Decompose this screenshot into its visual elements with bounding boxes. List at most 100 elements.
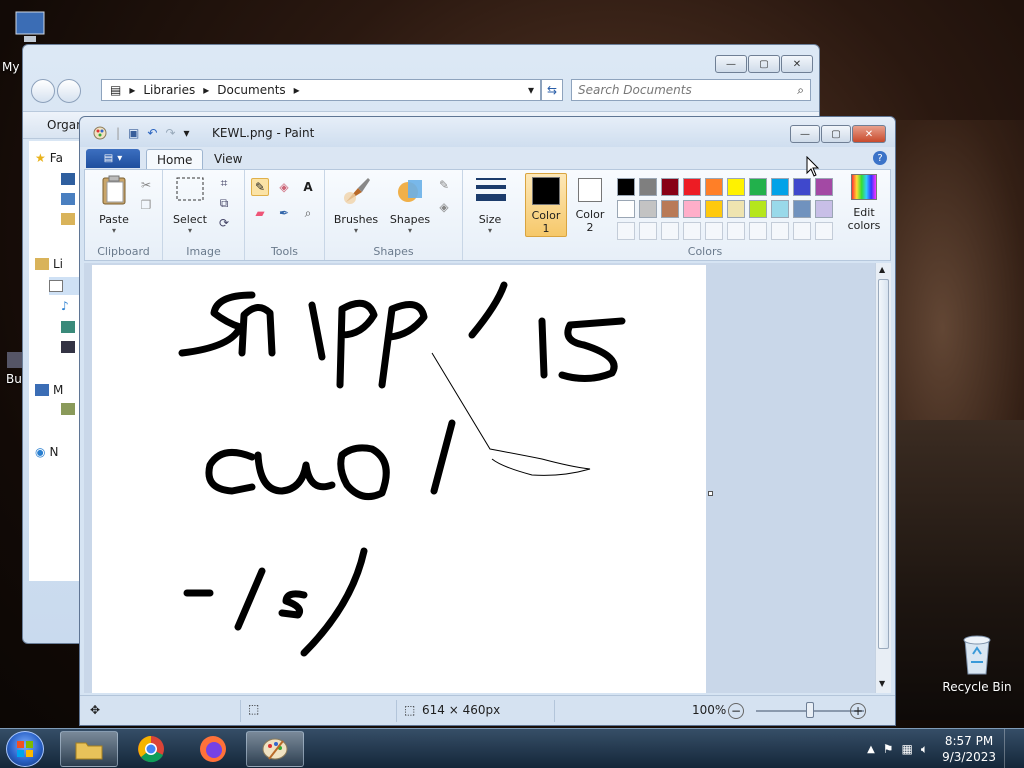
color2-button[interactable]: Color 2 (569, 173, 611, 237)
tab-view[interactable]: View (204, 149, 252, 169)
rotate-icon[interactable]: ⟳ (215, 214, 233, 232)
paint-window[interactable]: | ▣ ↶ ↷ ▾ KEWL.png - Paint — ▢ ✕ ▤ ▾ Home… (79, 116, 896, 726)
select-button[interactable]: Select ▾ (167, 174, 213, 235)
color1-button[interactable]: Color 1 (525, 173, 567, 237)
nav-item[interactable] (61, 193, 75, 205)
color-swatch[interactable] (727, 178, 745, 196)
edit-colors-button[interactable]: Edit colors (841, 174, 887, 232)
forward-button[interactable] (57, 79, 81, 103)
start-button[interactable] (6, 731, 44, 767)
breadcrumb-libraries[interactable]: Libraries (143, 83, 195, 97)
breadcrumb-documents[interactable]: Documents (217, 83, 285, 97)
color-swatch[interactable] (771, 200, 789, 218)
volume-icon[interactable]: 🔈︎ (921, 742, 928, 757)
color-swatch[interactable] (639, 178, 657, 196)
customize-qat-icon[interactable]: ▾ (184, 126, 190, 140)
save-icon[interactable]: ▣ (128, 126, 139, 140)
empty-color-swatch[interactable] (639, 222, 657, 240)
zoom-slider-thumb[interactable] (806, 702, 814, 718)
taskbar-explorer-button[interactable] (60, 731, 118, 767)
nav-item-libraries[interactable]: Li (35, 257, 63, 271)
undo-icon[interactable]: ↶ (147, 126, 157, 140)
show-desktop-button[interactable] (1004, 729, 1016, 768)
empty-color-swatch[interactable] (705, 222, 723, 240)
zoom-out-button[interactable]: − (728, 703, 744, 719)
resize-icon[interactable]: ⧉ (215, 194, 233, 212)
nav-item[interactable] (61, 173, 75, 185)
nav-item-favorites[interactable]: ★ Fa (35, 151, 63, 165)
empty-color-swatch[interactable] (683, 222, 701, 240)
minimize-button[interactable]: — (715, 55, 747, 73)
color-swatch[interactable] (639, 200, 657, 218)
nav-item[interactable] (61, 321, 75, 333)
back-button[interactable] (31, 79, 55, 103)
vertical-scrollbar[interactable]: ▲ ▼ (875, 263, 891, 693)
nav-item[interactable]: ♪ (61, 299, 69, 313)
color-swatch[interactable] (749, 178, 767, 196)
pencil-icon[interactable]: ✎ (251, 178, 269, 196)
close-button[interactable]: ✕ (852, 125, 886, 143)
taskbar-firefox-button[interactable] (184, 731, 242, 767)
text-icon[interactable]: A (299, 178, 317, 196)
crop-icon[interactable]: ⌗ (215, 174, 233, 192)
nav-item[interactable] (61, 403, 75, 415)
maximize-button[interactable]: ▢ (821, 125, 851, 143)
scroll-down-icon[interactable]: ▼ (879, 679, 885, 688)
eraser-icon[interactable]: ▰ (251, 204, 269, 222)
color-swatch[interactable] (749, 200, 767, 218)
brushes-button[interactable]: Brushes ▾ (331, 174, 381, 235)
color-swatch[interactable] (705, 200, 723, 218)
paste-button[interactable]: Paste ▾ (91, 174, 137, 235)
color-swatch[interactable] (705, 178, 723, 196)
address-bar[interactable]: ▤ ▸ Libraries ▸ Documents ▸ ▾ (101, 79, 541, 101)
tab-home[interactable]: Home (146, 149, 204, 169)
color-swatch[interactable] (793, 200, 811, 218)
empty-color-swatch[interactable] (771, 222, 789, 240)
refresh-button[interactable]: ⇆ (541, 79, 563, 101)
desktop-icon-recycle-bin[interactable]: Recycle Bin (940, 632, 1014, 694)
help-icon[interactable]: ? (873, 151, 887, 165)
nav-item[interactable] (61, 341, 75, 353)
show-hidden-icons-icon[interactable]: ▲ (867, 744, 875, 755)
cut-icon[interactable]: ✂ (137, 176, 155, 194)
close-button[interactable]: ✕ (781, 55, 813, 73)
nav-item[interactable] (61, 213, 75, 225)
minimize-button[interactable]: — (790, 125, 820, 143)
color-swatch[interactable] (727, 200, 745, 218)
action-center-icon[interactable]: ⚑ (883, 742, 894, 756)
search-input[interactable]: Search Documents ⌕ (571, 79, 811, 101)
taskbar-chrome-button[interactable] (122, 731, 180, 767)
zoom-in-button[interactable]: + (850, 703, 866, 719)
color-swatch[interactable] (771, 178, 789, 196)
paint-title-bar[interactable]: | ▣ ↶ ↷ ▾ KEWL.png - Paint — ▢ ✕ (80, 117, 895, 147)
empty-color-swatch[interactable] (793, 222, 811, 240)
network-icon[interactable]: ▦ (902, 742, 913, 756)
shapes-button[interactable]: Shapes ▾ (385, 174, 435, 235)
drawing-canvas[interactable] (92, 265, 706, 693)
clock[interactable]: 8:57 PM 9/3/2023 (936, 733, 996, 765)
empty-color-swatch[interactable] (661, 222, 679, 240)
color-swatch[interactable] (617, 200, 635, 218)
magnifier-icon[interactable]: ⌕ (299, 204, 317, 222)
color-swatch[interactable] (683, 178, 701, 196)
size-button[interactable]: Size ▾ (467, 174, 513, 235)
fill-shape-icon[interactable]: ◈ (435, 198, 453, 216)
maximize-button[interactable]: ▢ (748, 55, 780, 73)
scrollbar-thumb[interactable] (878, 279, 889, 649)
fill-icon[interactable]: ◈ (275, 178, 293, 196)
color-swatch[interactable] (815, 178, 833, 196)
outline-icon[interactable]: ✎ (435, 176, 453, 194)
nav-item-computer[interactable]: M (35, 383, 63, 397)
empty-color-swatch[interactable] (749, 222, 767, 240)
empty-color-swatch[interactable] (727, 222, 745, 240)
file-menu-button[interactable]: ▤ ▾ (86, 149, 140, 168)
dropdown-arrow-icon[interactable]: ▾ (528, 83, 534, 97)
taskbar-paint-button[interactable] (246, 731, 304, 767)
scroll-up-icon[interactable]: ▲ (879, 265, 885, 274)
canvas-resize-handle-right[interactable] (708, 491, 713, 496)
redo-icon[interactable]: ↷ (165, 126, 175, 140)
color-swatch[interactable] (683, 200, 701, 218)
color-swatch[interactable] (793, 178, 811, 196)
desktop-icon-my-computer[interactable]: My (0, 10, 60, 74)
empty-color-swatch[interactable] (815, 222, 833, 240)
